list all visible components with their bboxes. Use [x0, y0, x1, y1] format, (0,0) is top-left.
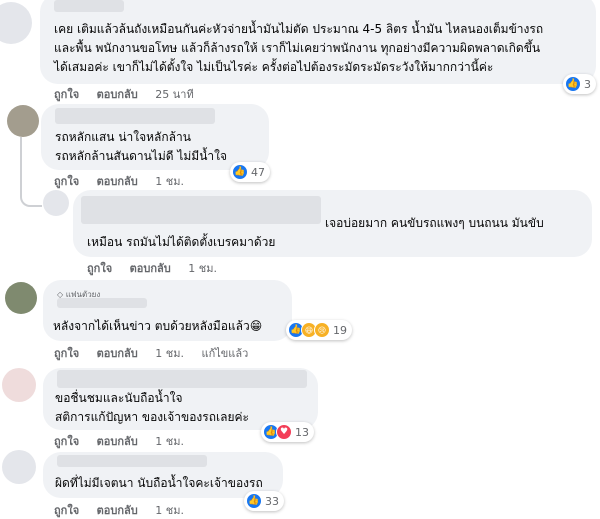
- reaction-count: 3: [584, 77, 591, 91]
- reaction-summary[interactable]: 👍 3: [563, 74, 596, 94]
- like-button[interactable]: ถูกใจ: [54, 88, 79, 101]
- reply-thread-line: [20, 137, 42, 207]
- comment-line: และพื้น พนักงานขอโทษ แล้วก็ล้างรถให้ เรา…: [54, 41, 541, 55]
- like-reaction-icon: 👍: [565, 76, 581, 92]
- comment-timestamp[interactable]: 1 ชม.: [155, 175, 184, 188]
- avatar[interactable]: [0, 2, 32, 44]
- redacted-author-name: [54, 0, 124, 12]
- comment-bubble: รถหลักแสน น่าใจหลักล้าน รถหลักล้านสันดาน…: [41, 104, 269, 170]
- reaction-summary[interactable]: 👍 47: [230, 162, 270, 182]
- comment-actions: ถูกใจ ตอบกลับ 1 ชม.: [54, 172, 184, 190]
- reply-button[interactable]: ตอบกลับ: [130, 262, 171, 275]
- edited-label: แก้ไขแล้ว: [201, 347, 249, 360]
- heart-reaction-icon: ♥: [276, 424, 292, 440]
- reaction-summary[interactable]: 👍 33: [244, 491, 284, 511]
- comment-timestamp[interactable]: 1 ชม.: [188, 262, 217, 275]
- redacted-author-name: [55, 108, 215, 124]
- reaction-count: 13: [295, 425, 309, 439]
- like-button[interactable]: ถูกใจ: [54, 175, 79, 188]
- comment-timestamp[interactable]: 1 ชม.: [155, 504, 184, 517]
- comment-actions: ถูกใจ ตอบกลับ 1 ชม.: [54, 432, 184, 450]
- comment-line: รถหลักล้านสันดานไม่ดี ไม่มีน้ำใจ: [55, 149, 228, 163]
- like-button[interactable]: ถูกใจ: [54, 435, 79, 448]
- redacted-author-name: [81, 196, 321, 224]
- like-button[interactable]: ถูกใจ: [54, 347, 79, 360]
- reply-button[interactable]: ตอบกลับ: [97, 435, 138, 448]
- comment-actions: ถูกใจ ตอบกลับ 1 ชม.: [87, 259, 217, 277]
- reaction-summary[interactable]: 👍 ♥ 13: [261, 422, 314, 442]
- comment-timestamp[interactable]: 1 ชม.: [155, 435, 184, 448]
- comment-line: รถหลักแสน น่าใจหลักล้าน: [55, 130, 191, 144]
- comment-line: เหมือน รถมันไม่ได้ติดตั้งเบรคมาด้วย: [87, 235, 276, 249]
- comment-line: เคย เติมแล้วล้นถังเหมือนกันค่ะหัวจ่ายน้ำ…: [54, 22, 544, 36]
- avatar[interactable]: [2, 450, 36, 484]
- comment-actions: ถูกใจ ตอบกลับ 1 ชม. แก้ไขแล้ว: [54, 344, 248, 362]
- comment-line: ผิดที่ไม่มีเจตนา นับถือน้ำใจคะเจ้าของรถ: [55, 476, 263, 490]
- redacted-author-name: [57, 298, 147, 308]
- like-reaction-icon: 👍: [246, 493, 262, 509]
- like-reaction-icon: 👍: [232, 164, 248, 180]
- comment-line: สติการแก้ปัญหา ของเจ้าของรถเลยค่ะ: [55, 410, 249, 424]
- reaction-count: 19: [333, 323, 347, 337]
- comment-line: ได้เสมอค่ะ เขาก็ไม่ได้ตั้งใจ ไม่เป็นไรค่…: [54, 60, 494, 74]
- avatar[interactable]: [2, 368, 36, 402]
- comment-line: หลังจากได้เห็นข่าว ตบด้วยหลังมือแล้ว😁: [53, 319, 263, 333]
- reply-button[interactable]: ตอบกลับ: [97, 347, 138, 360]
- comment-line: ขอชื่นชมและนับถือน้ำใจ: [55, 391, 183, 405]
- comment-bubble: ผิดที่ไม่มีเจตนา นับถือน้ำใจคะเจ้าของรถ: [43, 452, 283, 498]
- comment-bubble: เจอบ่อยมาก คนขับรถแพงๆ บนถนน มันขับ เหมื…: [73, 190, 592, 257]
- comment-line: เจอบ่อยมาก คนขับรถแพงๆ บนถนน มันขับ: [325, 216, 544, 230]
- avatar[interactable]: [7, 105, 39, 137]
- reaction-count: 47: [251, 165, 265, 179]
- like-button[interactable]: ถูกใจ: [54, 504, 79, 517]
- redacted-author-name: [57, 370, 307, 388]
- like-button[interactable]: ถูกใจ: [87, 262, 112, 275]
- sad-reaction-icon: 😢: [314, 322, 330, 338]
- comment-bubble: ◇ แฟนตัวยง หลังจากได้เห็นข่าว ตบด้วยหลัง…: [43, 280, 292, 341]
- comment-timestamp[interactable]: 1 ชม.: [155, 347, 184, 360]
- redacted-author-name: [57, 455, 207, 467]
- reply-button[interactable]: ตอบกลับ: [97, 88, 138, 101]
- avatar[interactable]: [43, 190, 69, 216]
- comment-bubble: ขอชื่นชมและนับถือน้ำใจ สติการแก้ปัญหา ขอ…: [43, 368, 318, 430]
- comment-bubble: เคย เติมแล้วล้นถังเหมือนกันค่ะหัวจ่ายน้ำ…: [40, 0, 596, 84]
- comment-actions: ถูกใจ ตอบกลับ 1 ชม.: [54, 501, 184, 519]
- comment-actions: ถูกใจ ตอบกลับ 25 นาที: [54, 85, 194, 103]
- reply-button[interactable]: ตอบกลับ: [97, 175, 138, 188]
- avatar[interactable]: [5, 282, 37, 314]
- reaction-summary[interactable]: 👍 😆 😢 19: [286, 320, 352, 340]
- reply-button[interactable]: ตอบกลับ: [97, 504, 138, 517]
- reaction-count: 33: [265, 494, 279, 508]
- comment-timestamp[interactable]: 25 นาที: [155, 88, 193, 101]
